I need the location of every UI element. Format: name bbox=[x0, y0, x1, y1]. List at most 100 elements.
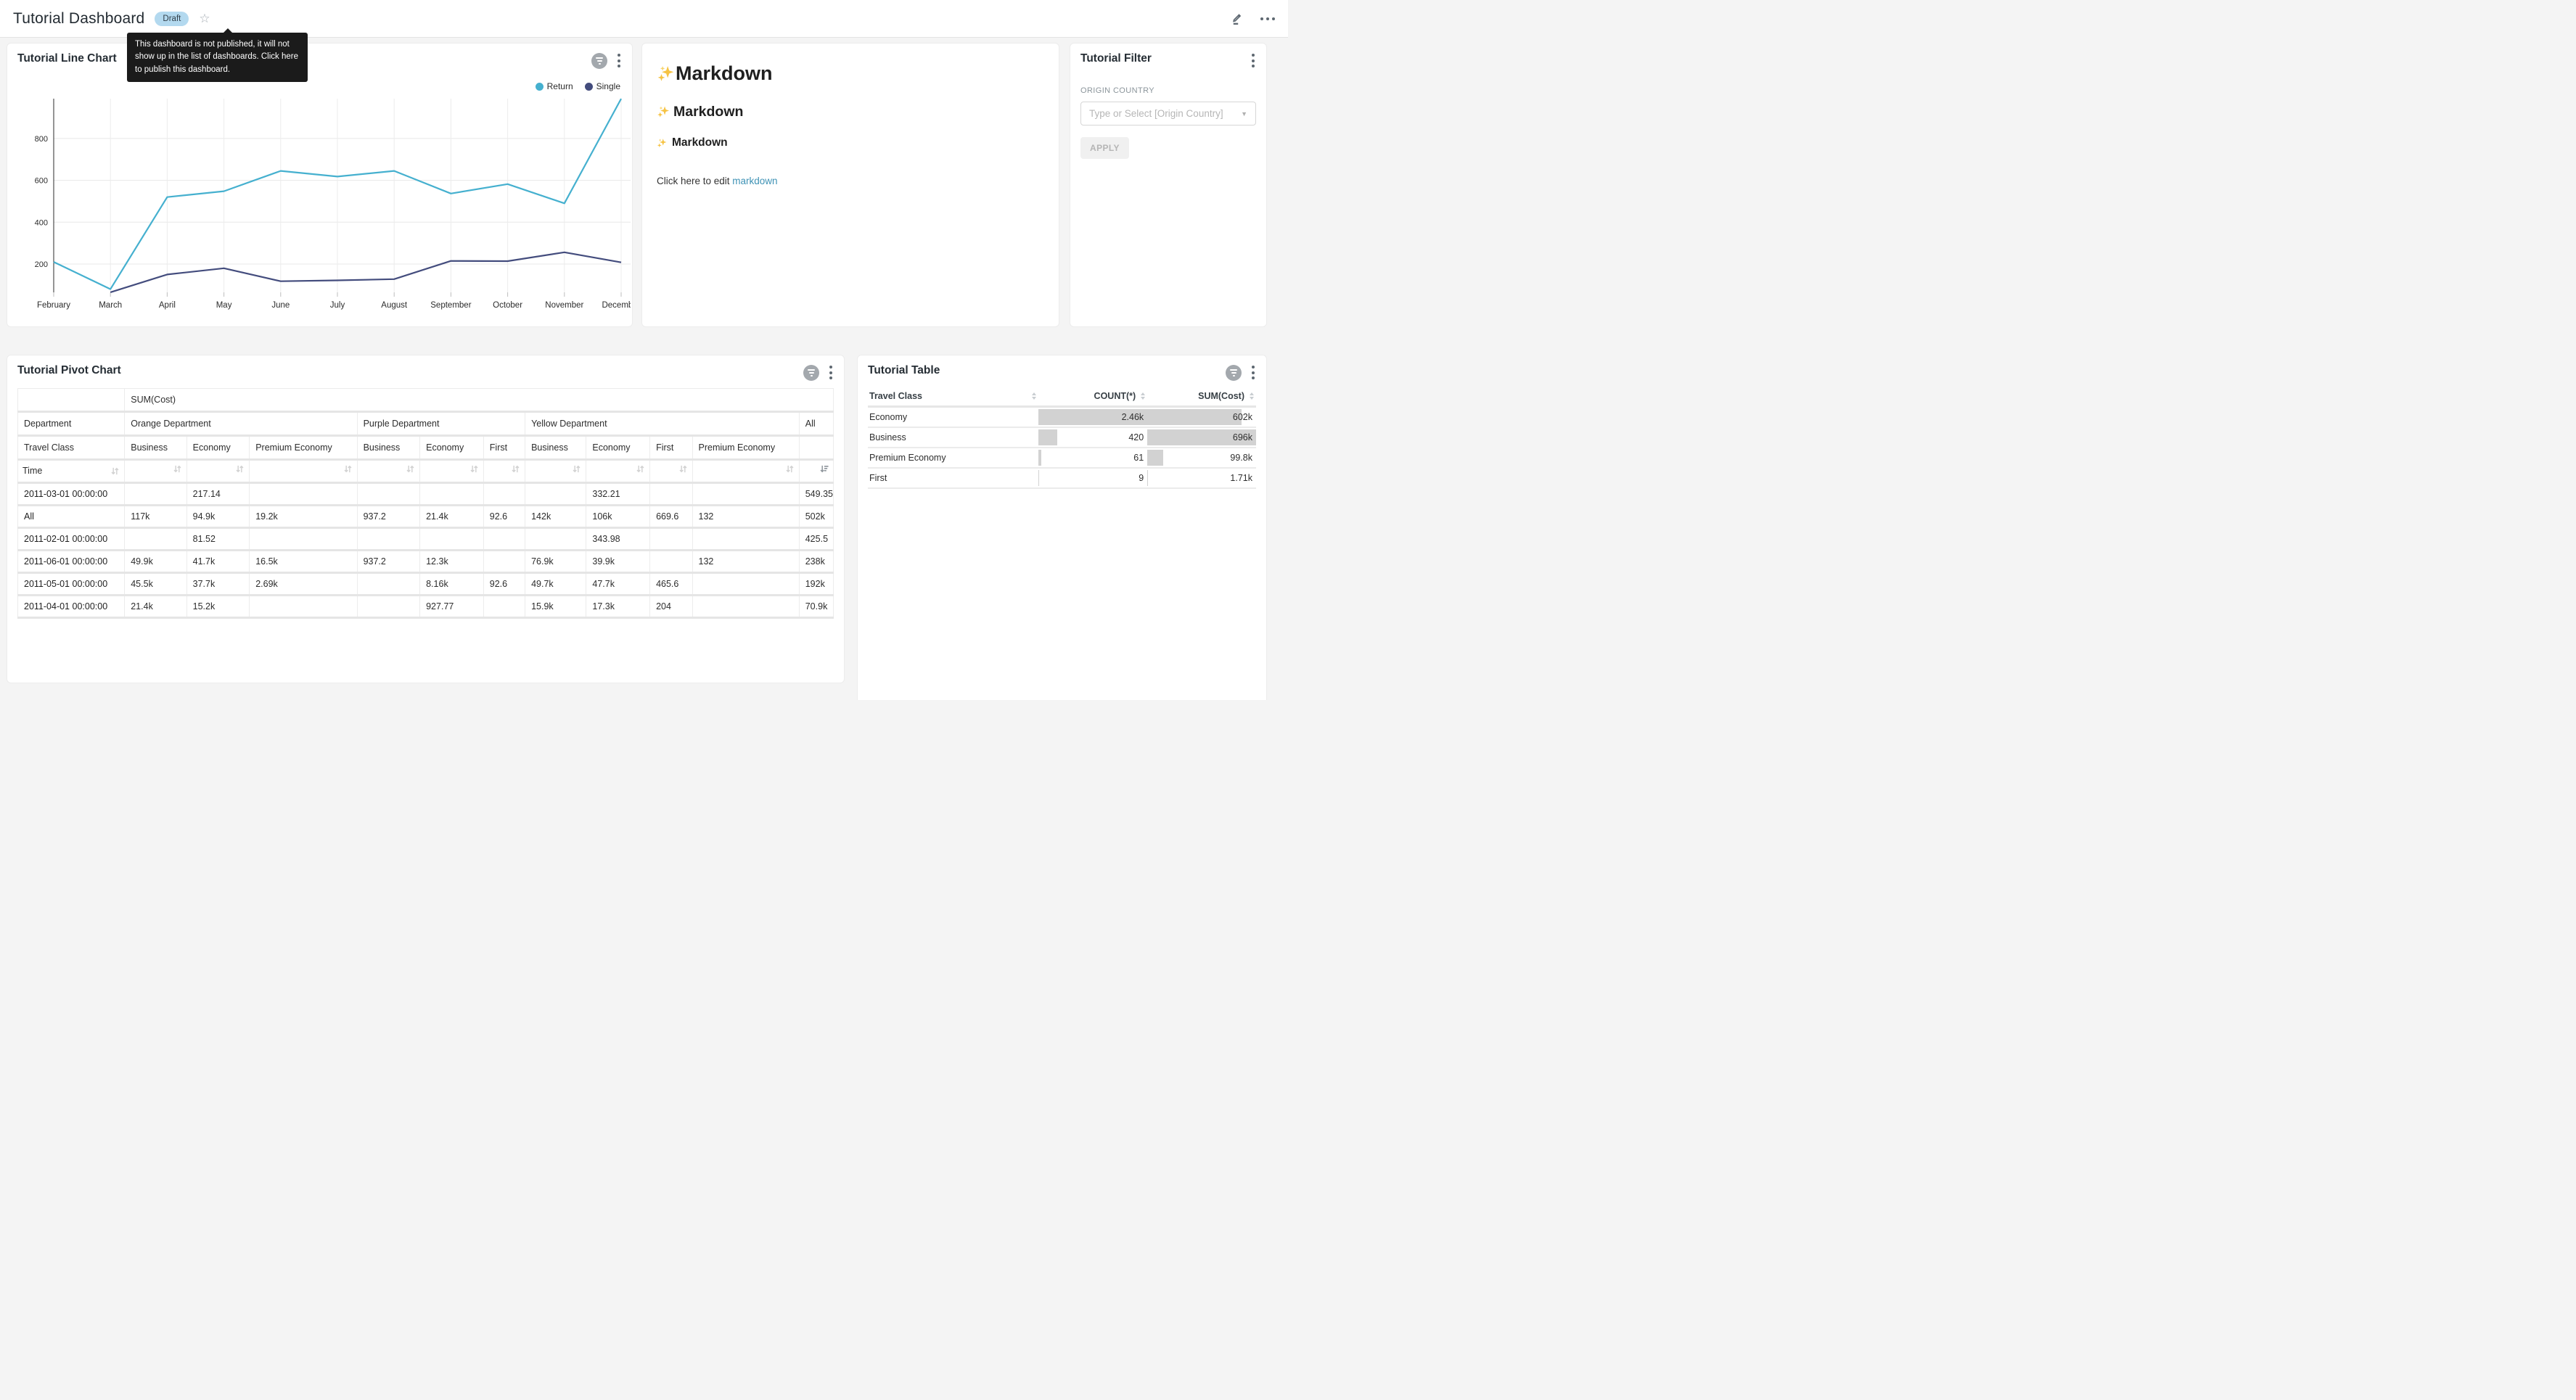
select-placeholder: Type or Select [Origin Country] bbox=[1089, 108, 1223, 119]
svg-text:October: October bbox=[493, 301, 522, 310]
pivot-group-header: All bbox=[799, 412, 833, 436]
column-header-travel-class[interactable]: Travel Class bbox=[868, 387, 1038, 407]
travel-class-cell: Business bbox=[868, 427, 1038, 448]
count-cell: 9 bbox=[1038, 468, 1147, 488]
svg-text:April: April bbox=[159, 301, 176, 310]
svg-text:February: February bbox=[37, 301, 70, 310]
chart-legend: Return Single bbox=[536, 81, 620, 91]
pivot-class-header: Premium Economy bbox=[250, 436, 357, 460]
travel-class-cell: Premium Economy bbox=[868, 448, 1038, 468]
sum-cell: 99.8k bbox=[1147, 448, 1256, 468]
edit-pencil-icon[interactable] bbox=[1230, 12, 1244, 26]
pivot-chart-title: Tutorial Pivot Chart bbox=[17, 364, 121, 377]
sort-icon[interactable] bbox=[572, 464, 581, 474]
pivot-class-header: Premium Economy bbox=[692, 436, 799, 460]
chevron-down-icon: ▼ bbox=[1241, 110, 1247, 118]
pivot-class-header bbox=[799, 436, 833, 460]
legend-item-single[interactable]: Single bbox=[585, 81, 620, 91]
pivot-department-row: DepartmentOrange DepartmentPurple Depart… bbox=[18, 412, 834, 436]
pivot-chart-menu-icon[interactable] bbox=[828, 364, 834, 381]
favorite-star-icon[interactable]: ☆ bbox=[199, 12, 210, 26]
table-row: Business420696k bbox=[868, 427, 1256, 448]
data-table: Travel ClassCOUNT(*)SUM(Cost) Economy2.4… bbox=[868, 387, 1256, 489]
cross-filter-indicator-icon[interactable] bbox=[803, 365, 819, 381]
filter-card-menu-icon[interactable] bbox=[1250, 52, 1256, 69]
markdown-h1: Markdown bbox=[657, 62, 1044, 85]
pivot-group-header: Purple Department bbox=[357, 412, 525, 436]
sort-icon[interactable] bbox=[173, 464, 182, 474]
travel-class-cell: First bbox=[868, 468, 1038, 488]
pivot-metric-row: SUM(Cost) bbox=[18, 389, 834, 412]
line-chart-menu-icon[interactable] bbox=[616, 52, 622, 69]
sum-cell: 1.71k bbox=[1147, 468, 1256, 488]
svg-text:600: 600 bbox=[35, 177, 48, 186]
pivot-class-header: Business bbox=[525, 436, 586, 460]
sort-icon[interactable] bbox=[785, 464, 795, 474]
pivot-table: SUM(Cost)DepartmentOrange DepartmentPurp… bbox=[17, 388, 834, 619]
column-header-count[interactable]: COUNT(*) bbox=[1038, 387, 1147, 407]
sort-icon[interactable] bbox=[110, 466, 120, 476]
filter-field-label: ORIGIN COUNTRY bbox=[1080, 86, 1256, 95]
table-row: Economy2.46k602k bbox=[868, 407, 1256, 427]
line-chart-canvas[interactable]: 200400600800FebruaryMarchAprilMayJuneJul… bbox=[10, 94, 631, 316]
sort-icon[interactable] bbox=[235, 464, 245, 474]
pivot-chart-card: Tutorial Pivot Chart SUM(Cost)Department… bbox=[7, 355, 845, 683]
pivot-sort-row: Time bbox=[18, 460, 834, 482]
draft-badge[interactable]: Draft bbox=[155, 12, 189, 26]
sort-icon[interactable] bbox=[636, 464, 645, 474]
sum-cell: 696k bbox=[1147, 427, 1256, 448]
page-title: Tutorial Dashboard bbox=[13, 10, 144, 28]
svg-text:200: 200 bbox=[35, 260, 48, 269]
markdown-h3: Markdown bbox=[657, 136, 1044, 149]
markdown-edit-link[interactable]: markdown bbox=[732, 176, 777, 186]
sparkles-icon bbox=[657, 65, 676, 83]
sort-desc-icon[interactable] bbox=[819, 464, 829, 474]
pivot-data-row: 2011-06-01 00:00:0049.9k41.7k16.5k937.21… bbox=[18, 550, 834, 572]
svg-text:November: November bbox=[545, 301, 583, 310]
apply-button[interactable]: APPLY bbox=[1080, 137, 1129, 159]
sum-cell: 602k bbox=[1147, 407, 1256, 427]
pivot-group-header: Yellow Department bbox=[525, 412, 800, 436]
table-row: First91.71k bbox=[868, 468, 1256, 488]
sparkles-icon bbox=[657, 138, 668, 149]
svg-text:March: March bbox=[99, 301, 122, 310]
sort-icon[interactable] bbox=[469, 464, 479, 474]
sort-icon[interactable] bbox=[678, 464, 688, 474]
line-chart-title: Tutorial Line Chart bbox=[17, 52, 117, 65]
markdown-h2: Markdown bbox=[657, 104, 1044, 120]
svg-text:September: September bbox=[430, 301, 471, 310]
pivot-class-header: Economy bbox=[586, 436, 650, 460]
markdown-paragraph: Click here to edit markdown bbox=[657, 176, 1044, 186]
sort-caret-icon bbox=[1249, 392, 1255, 400]
pivot-group-header: Orange Department bbox=[125, 412, 357, 436]
pivot-data-row: All117k94.9k19.2k937.221.4k92.6142k106k6… bbox=[18, 505, 834, 527]
pivot-time-label: Time bbox=[22, 464, 42, 477]
sparkles-icon bbox=[657, 105, 670, 119]
pivot-class-header: First bbox=[483, 436, 525, 460]
pivot-class-header: Business bbox=[125, 436, 186, 460]
legend-dot bbox=[536, 83, 543, 91]
filter-card-title: Tutorial Filter bbox=[1080, 52, 1152, 65]
legend-dot bbox=[585, 83, 593, 91]
cross-filter-indicator-icon[interactable] bbox=[591, 53, 607, 69]
legend-item-return[interactable]: Return bbox=[536, 81, 573, 91]
filter-card: Tutorial Filter ORIGIN COUNTRY Type or S… bbox=[1070, 43, 1267, 327]
table-card-menu-icon[interactable] bbox=[1250, 364, 1256, 381]
sort-caret-icon bbox=[1140, 392, 1146, 400]
svg-text:July: July bbox=[330, 301, 345, 310]
svg-text:800: 800 bbox=[35, 135, 48, 144]
svg-text:June: June bbox=[271, 301, 290, 310]
line-chart-card: Tutorial Line Chart ReturnSingle 2004006… bbox=[7, 43, 633, 327]
header-menu-icon[interactable] bbox=[1260, 17, 1275, 20]
travel-class-cell: Economy bbox=[868, 407, 1038, 427]
cross-filter-indicator-icon[interactable] bbox=[1226, 365, 1242, 381]
sort-caret-icon bbox=[1031, 392, 1037, 400]
column-header-sum-cost[interactable]: SUM(Cost) bbox=[1147, 387, 1256, 407]
pivot-data-row: 2011-05-01 00:00:0045.5k37.7k2.69k8.16k9… bbox=[18, 573, 834, 596]
pivot-class-header: Business bbox=[357, 436, 420, 460]
sort-icon[interactable] bbox=[511, 464, 520, 474]
origin-country-select[interactable]: Type or Select [Origin Country] ▼ bbox=[1080, 102, 1256, 125]
dashboard-page: Tutorial Dashboard Draft ☆ This dashboar… bbox=[0, 0, 1288, 700]
sort-icon[interactable] bbox=[406, 464, 415, 474]
sort-icon[interactable] bbox=[343, 464, 353, 474]
